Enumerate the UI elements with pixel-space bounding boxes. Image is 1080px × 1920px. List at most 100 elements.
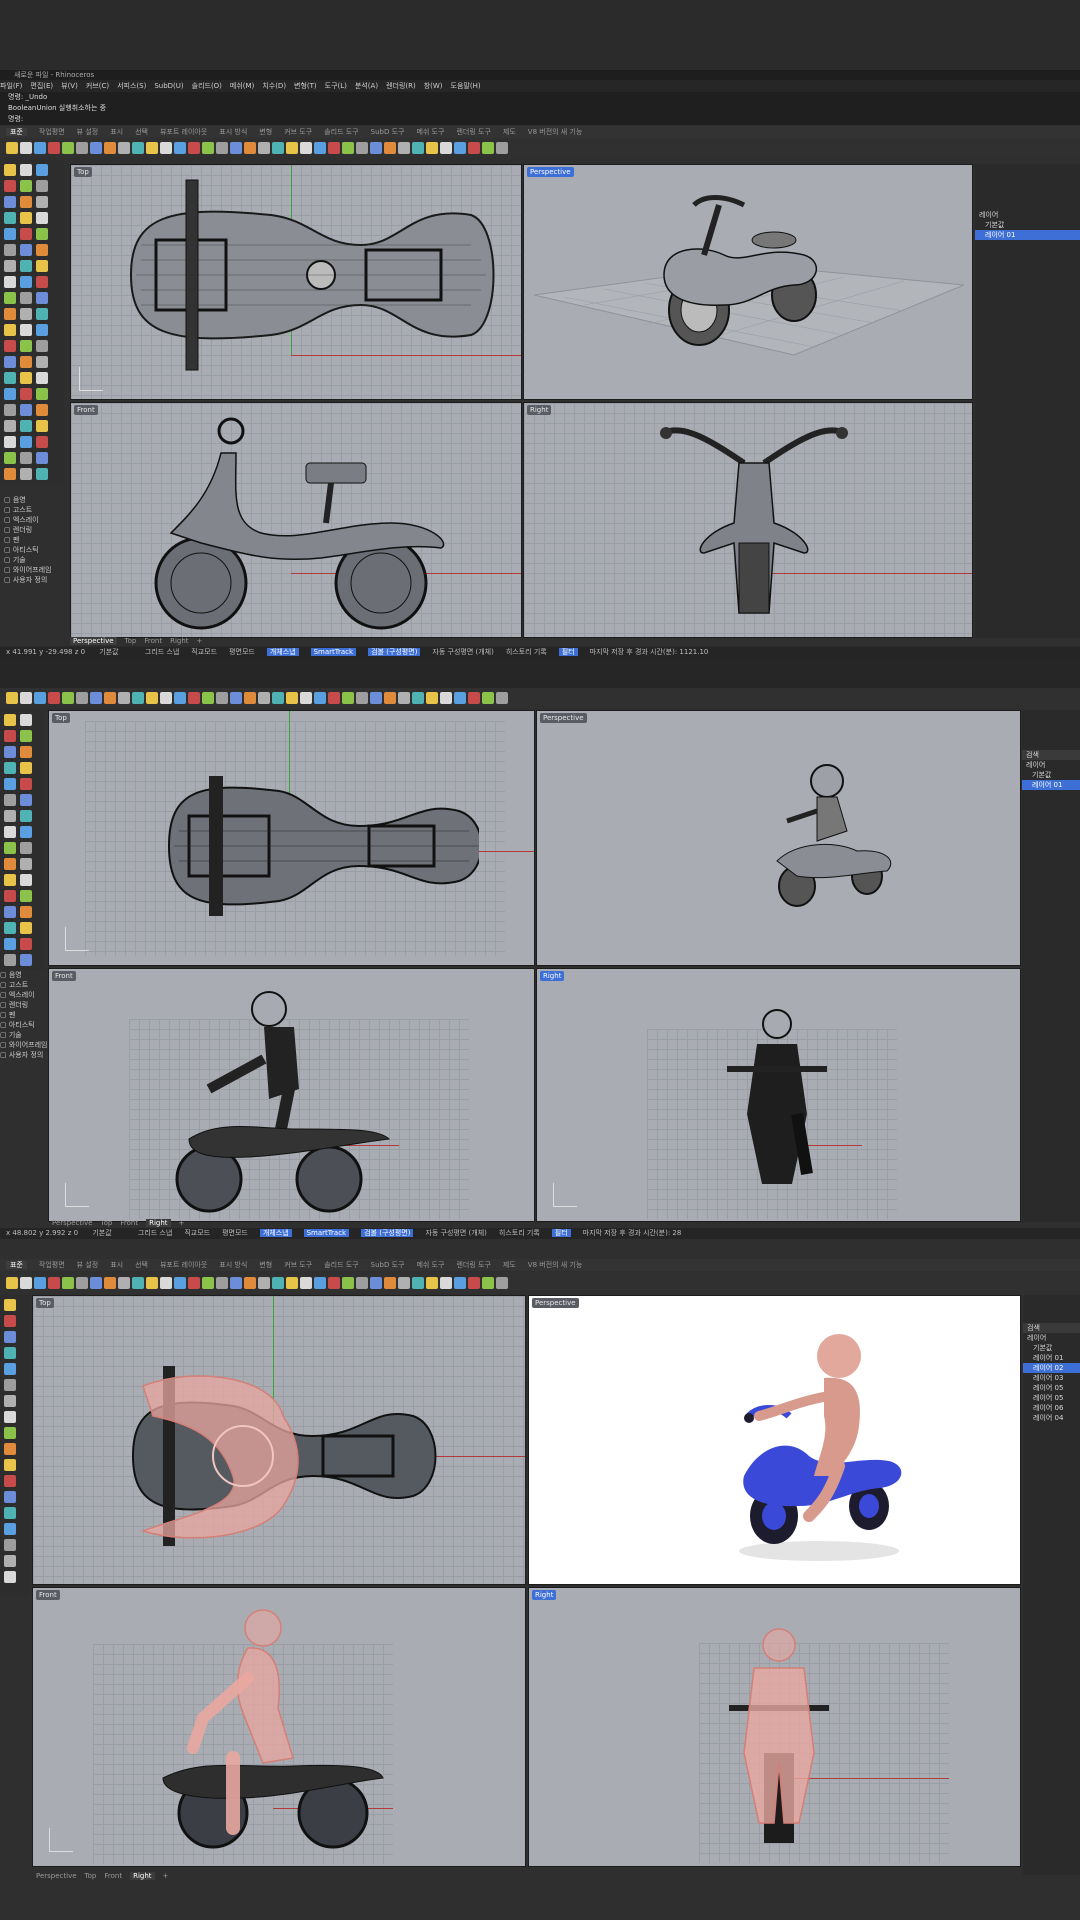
- toolbar-tab[interactable]: 작업평면: [39, 1261, 65, 1269]
- toolbar-tool-icon[interactable]: [76, 692, 88, 704]
- toolbar-tool-icon[interactable]: [230, 142, 242, 154]
- status-toggle[interactable]: 평면모드: [229, 648, 255, 656]
- toolbar-tab[interactable]: 선택: [135, 1261, 148, 1269]
- tool-icon[interactable]: [4, 324, 16, 336]
- toolbar-tool-icon[interactable]: [20, 692, 32, 704]
- viewport-tab[interactable]: Right: [170, 637, 188, 645]
- display-mode-item[interactable]: ▢ 기술: [0, 1030, 47, 1040]
- toolbar-tool-icon[interactable]: [356, 692, 368, 704]
- toolbar-tab[interactable]: 표시: [110, 128, 123, 136]
- tool-icon[interactable]: [20, 180, 32, 192]
- tool-icon[interactable]: [4, 180, 16, 192]
- layer-row[interactable]: 레이어 05: [1023, 1383, 1080, 1393]
- toolbar-tool-icon[interactable]: [90, 1277, 102, 1289]
- menu-item[interactable]: 서피스(S): [117, 82, 146, 90]
- tool-icon[interactable]: [20, 938, 32, 950]
- tool-icon[interactable]: [36, 404, 48, 416]
- bike-rider-rendered[interactable]: [719, 1326, 919, 1576]
- status-toggle[interactable]: 개체스냅: [259, 1229, 292, 1237]
- command-prompt[interactable]: 명령:: [0, 114, 1080, 125]
- menu-item[interactable]: 치수(D): [262, 82, 286, 90]
- viewport-perspective[interactable]: Perspective: [528, 1295, 1021, 1585]
- tool-icon[interactable]: [4, 292, 16, 304]
- viewport-front[interactable]: Front: [32, 1587, 526, 1867]
- menu-item[interactable]: 커브(C): [86, 82, 109, 90]
- tool-icon[interactable]: [4, 874, 16, 886]
- tool-icon[interactable]: [4, 468, 16, 480]
- tool-icon[interactable]: [4, 228, 16, 240]
- tool-icon[interactable]: [20, 420, 32, 432]
- toolbar-tool-icon[interactable]: [314, 1277, 326, 1289]
- toolbar-tool-icon[interactable]: [230, 1277, 242, 1289]
- tool-icon[interactable]: [4, 714, 16, 726]
- display-mode-item[interactable]: ▢ 사용자 정의: [0, 1050, 47, 1060]
- tool-icon[interactable]: [4, 372, 16, 384]
- toolbar-tab[interactable]: SubD 도구: [371, 128, 405, 136]
- toolbar-tool-icon[interactable]: [160, 1277, 172, 1289]
- add-viewport-tab-button[interactable]: +: [197, 637, 203, 645]
- toolbar-tool-icon[interactable]: [146, 1277, 158, 1289]
- tool-icon[interactable]: [4, 778, 16, 790]
- menu-item[interactable]: 파일(F): [0, 82, 22, 90]
- viewport-tab[interactable]: Top: [85, 1872, 97, 1880]
- layer-row[interactable]: 레이어 04: [1023, 1413, 1080, 1423]
- status-toggle[interactable]: 자동 구성평면 (개체): [432, 648, 493, 656]
- tool-icon[interactable]: [20, 356, 32, 368]
- status-toggle[interactable]: 개체스냅: [266, 648, 299, 656]
- tool-icon[interactable]: [20, 340, 32, 352]
- toolbar-tab[interactable]: 뷰포트 레이아웃: [160, 128, 207, 136]
- toolbar-tab[interactable]: 변형: [259, 1261, 272, 1269]
- layer-row[interactable]: 레이어 03: [1023, 1373, 1080, 1383]
- tool-icon[interactable]: [20, 388, 32, 400]
- viewport-right[interactable]: Right: [528, 1587, 1021, 1867]
- viewport-tab[interactable]: Front: [120, 1219, 138, 1227]
- tool-icon[interactable]: [36, 228, 48, 240]
- toolbar-tool-icon[interactable]: [496, 142, 508, 154]
- display-mode-item[interactable]: ▢ 기술: [4, 555, 51, 565]
- status-toggle[interactable]: 직교모드: [184, 1229, 210, 1237]
- add-viewport-tab-button[interactable]: +: [179, 1219, 185, 1227]
- display-mode-item[interactable]: ▢ 음영: [0, 970, 47, 980]
- viewport-right[interactable]: Right: [523, 402, 973, 638]
- toolbar-tool-icon[interactable]: [370, 142, 382, 154]
- tool-icon[interactable]: [4, 1539, 16, 1551]
- toolbar-tool-icon[interactable]: [202, 1277, 214, 1289]
- toolbar-tool-icon[interactable]: [342, 1277, 354, 1289]
- toolbar-tool-icon[interactable]: [62, 692, 74, 704]
- toolbar-tool-icon[interactable]: [272, 1277, 284, 1289]
- toolbar-tool-icon[interactable]: [482, 1277, 494, 1289]
- tool-icon[interactable]: [20, 164, 32, 176]
- toolbar-tool-icon[interactable]: [160, 142, 172, 154]
- display-mode-item[interactable]: ▢ 렌더링: [0, 1000, 47, 1010]
- tool-icon[interactable]: [36, 436, 48, 448]
- toolbar-tool-icon[interactable]: [440, 692, 452, 704]
- tool-icon[interactable]: [4, 276, 16, 288]
- toolbar-tab[interactable]: 메쉬 도구: [416, 1261, 444, 1269]
- tool-icon[interactable]: [4, 308, 16, 320]
- viewport-tab[interactable]: Top: [125, 637, 137, 645]
- toolbar-tool-icon[interactable]: [412, 142, 424, 154]
- tool-icon[interactable]: [20, 276, 32, 288]
- tool-icon[interactable]: [4, 420, 16, 432]
- toolbar-tool-icon[interactable]: [202, 692, 214, 704]
- toolbar-tool-icon[interactable]: [174, 1277, 186, 1289]
- toolbar-tool-icon[interactable]: [230, 692, 242, 704]
- tool-icon[interactable]: [4, 404, 16, 416]
- tool-icon[interactable]: [20, 890, 32, 902]
- layer-row[interactable]: 기본값: [1022, 770, 1080, 780]
- toolbar-tool-icon[interactable]: [300, 1277, 312, 1289]
- toolbar-tab[interactable]: 솔리드 도구: [324, 1261, 358, 1269]
- tool-icon[interactable]: [20, 842, 32, 854]
- tool-icon[interactable]: [4, 164, 16, 176]
- toolbar-tool-icon[interactable]: [468, 1277, 480, 1289]
- viewport-tab[interactable]: Front: [104, 1872, 122, 1880]
- toolbar-tool-icon[interactable]: [244, 142, 256, 154]
- toolbar-tool-icon[interactable]: [398, 692, 410, 704]
- tool-icon[interactable]: [20, 826, 32, 838]
- toolbar-tool-icon[interactable]: [356, 1277, 368, 1289]
- tool-icon[interactable]: [20, 714, 32, 726]
- display-mode-item[interactable]: ▢ 사용자 정의: [4, 575, 51, 585]
- menu-item[interactable]: 편집(E): [30, 82, 53, 90]
- tool-icon[interactable]: [20, 468, 32, 480]
- tool-icon[interactable]: [4, 1443, 16, 1455]
